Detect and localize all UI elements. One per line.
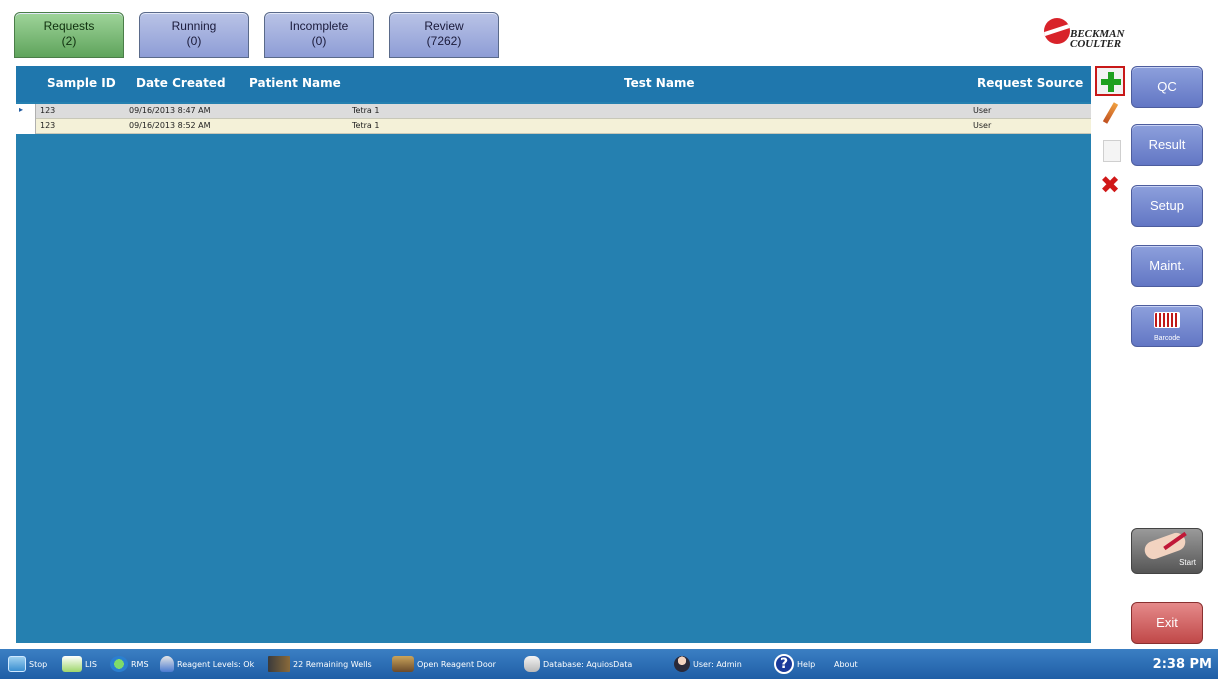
top-tab-bar: Requests (2) Running (0) Incomplete (0) … [0,0,1218,62]
grid-rows: 123 09/16/2013 8:47 AM Tetra 1 User 123 … [16,104,1091,134]
rms-label: RMS [131,659,149,669]
qc-button[interactable]: QC [1131,66,1203,108]
table-row[interactable]: 123 09/16/2013 8:52 AM Tetra 1 User [16,119,1091,134]
database-label: Database: AquiosData [543,659,633,669]
stop-item[interactable]: Stop [8,655,47,673]
status-bar: Stop LIS RMS Reagent Levels: Ok 22 Remai… [0,649,1218,679]
logo-text: BECKMAN COULTER [1070,28,1125,50]
tab-review[interactable]: Review (7262) [389,12,499,58]
cell-request-source: User [973,106,992,115]
lis-item[interactable]: LIS [62,655,97,673]
open-reagent-door-label: Open Reagent Door [417,659,496,669]
result-button[interactable]: Result [1131,124,1203,166]
tab-count: (2) [61,34,77,48]
help-label: Help [797,659,816,669]
remaining-wells-item[interactable]: 22 Remaining Wells [268,655,372,673]
requests-grid[interactable]: Sample ID Date Created Patient Name Test… [16,66,1091,643]
setup-button[interactable]: Setup [1131,185,1203,227]
barcode-icon [1154,312,1180,328]
tab-count: (0) [186,34,202,48]
stop-label: Stop [29,659,48,669]
barcode-label: Barcode [1153,335,1181,342]
help-item[interactable]: ? Help [774,654,816,674]
database-icon [524,656,540,672]
user-item[interactable]: User: Admin [674,655,742,673]
table-row[interactable]: 123 09/16/2013 8:47 AM Tetra 1 User [16,104,1091,119]
column-request-source[interactable]: Request Source [977,76,1083,90]
pencil-icon[interactable] [1095,100,1125,130]
tab-label: Requests [43,19,95,33]
reagent-levels-item[interactable]: Reagent Levels: Ok [160,655,254,673]
copy-icon[interactable] [1095,136,1125,166]
open-reagent-door-item[interactable]: Open Reagent Door [392,655,496,673]
column-sample-id[interactable]: Sample ID [47,76,116,90]
grid-header: Sample ID Date Created Patient Name Test… [16,66,1091,102]
user-icon [674,656,690,672]
rms-item[interactable]: RMS [110,655,149,673]
lis-label: LIS [85,659,97,669]
help-icon: ? [774,654,794,674]
row-selector[interactable] [16,104,36,119]
cell-sample-id: 123 [40,121,56,130]
clock: 2:38 PM [1152,657,1212,672]
wells-icon [268,656,290,672]
column-date-created[interactable]: Date Created [136,76,226,90]
tab-label: Incomplete [289,19,349,33]
logo-mark-icon [1044,18,1070,44]
cell-test-name: Tetra 1 [352,121,380,130]
plus-icon[interactable] [1095,66,1125,96]
row-actions: ✖ [1093,66,1127,246]
stop-icon [8,656,26,672]
delete-icon[interactable]: ✖ [1095,170,1125,200]
database-item[interactable]: Database: AquiosData [524,655,632,673]
start-button[interactable]: Start [1131,528,1203,574]
cell-sample-id: 123 [40,106,56,115]
tab-incomplete[interactable]: Incomplete (0) [264,12,374,58]
beckman-coulter-logo: BECKMAN COULTER [1040,12,1190,58]
user-label: User: Admin [693,659,742,669]
row-selector[interactable] [16,119,36,134]
tab-label: Review [424,19,464,33]
cell-date-created: 09/16/2013 8:47 AM [129,106,211,115]
tab-count: (0) [311,34,327,48]
about-item[interactable]: About [834,655,858,673]
reagent-levels-label: Reagent Levels: Ok [177,659,255,669]
lis-icon [62,656,82,672]
cell-request-source: User [973,121,992,130]
reagent-flask-icon [160,656,174,672]
remaining-wells-label: 22 Remaining Wells [293,659,372,669]
tab-label: Running [171,19,217,33]
cell-test-name: Tetra 1 [352,106,380,115]
barcode-button[interactable]: Barcode [1131,305,1203,347]
column-patient-name[interactable]: Patient Name [249,76,341,90]
column-test-name[interactable]: Test Name [624,76,695,90]
rms-icon [110,656,128,672]
tab-running[interactable]: Running (0) [139,12,249,58]
about-label: About [834,659,858,669]
start-label: Start [1179,558,1196,567]
reagent-door-icon [392,656,414,672]
exit-button[interactable]: Exit [1131,602,1203,644]
cell-date-created: 09/16/2013 8:52 AM [129,121,211,130]
tab-requests[interactable]: Requests (2) [14,12,124,58]
maint-button[interactable]: Maint. [1131,245,1203,287]
tab-count: (7262) [426,34,462,48]
